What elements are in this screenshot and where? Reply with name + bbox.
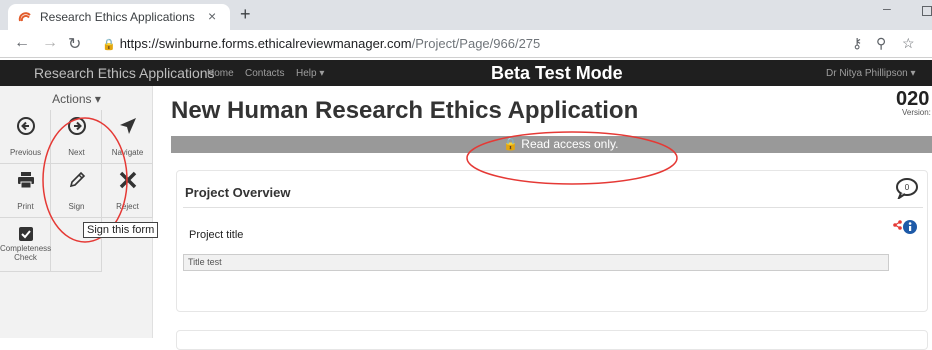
actions-sidebar: Actions ▾ Previous Next Navigate Print S…: [0, 86, 153, 338]
next-label: Next: [68, 148, 85, 157]
read-access-label: Read access only.: [521, 137, 619, 151]
navigate-label: Navigate: [111, 148, 144, 157]
comment-count: 0: [905, 183, 910, 192]
navigate-icon: [102, 116, 153, 142]
info-icon[interactable]: [889, 219, 921, 235]
app-navbar: Research Ethics Applications Home Contac…: [0, 60, 932, 86]
minimize-window-icon[interactable]: –: [883, 0, 891, 16]
nav-link-help[interactable]: Help ▾: [296, 68, 324, 79]
bookmark-star-icon[interactable]: ☆: [902, 35, 915, 52]
reload-icon[interactable]: ↻: [68, 34, 81, 54]
previous-icon: [0, 116, 51, 142]
lock-icon: 🔒: [503, 137, 518, 151]
completeness-check-label: Completeness Check: [0, 244, 52, 262]
pencil-icon: [51, 170, 102, 196]
new-tab-button[interactable]: +: [240, 4, 251, 25]
site-favicon-icon: [18, 12, 31, 22]
sign-tooltip: Sign this form: [83, 222, 159, 238]
navigate-button[interactable]: Navigate: [102, 110, 153, 164]
actions-dropdown[interactable]: Actions ▾: [0, 92, 153, 106]
back-arrow-icon[interactable]: ←: [14, 34, 30, 52]
next-icon: [51, 116, 102, 142]
browser-tab-strip: Research Ethics Applications × + –: [0, 0, 932, 30]
nav-link-contacts[interactable]: Contacts: [245, 68, 284, 79]
zoom-icon[interactable]: ⚲: [876, 35, 886, 52]
card-divider: [183, 207, 923, 208]
version-label: Version:: [902, 108, 931, 117]
read-access-bar: 🔒 Read access only.: [171, 136, 932, 153]
tab-title: Research Ethics Applications: [40, 10, 195, 24]
key-icon[interactable]: ⚷: [852, 35, 862, 52]
previous-label: Previous: [9, 148, 42, 157]
read-access-text: 🔒 Read access only.: [503, 137, 618, 151]
project-overview-card: Project Overview 0 Project title Title t…: [176, 170, 928, 312]
project-title-label: Project title: [189, 229, 244, 241]
forward-arrow-icon[interactable]: →: [42, 34, 58, 52]
url-field[interactable]: 🔒 https://swinburne.forms.ethicalreviewma…: [102, 36, 540, 51]
tab-close-icon[interactable]: ×: [208, 8, 216, 24]
print-icon: [0, 170, 51, 196]
secure-lock-icon: 🔒: [102, 39, 116, 51]
reject-label: Reject: [116, 202, 139, 211]
sign-label: Sign: [68, 202, 85, 211]
project-title-input[interactable]: Title test: [183, 254, 889, 271]
previous-button[interactable]: Previous: [0, 110, 51, 164]
card-title: Project Overview: [185, 185, 291, 200]
comment-bubble-icon[interactable]: 0: [895, 177, 919, 199]
reject-button[interactable]: Reject: [102, 164, 153, 218]
sign-button[interactable]: Sign: [51, 164, 102, 218]
url-host: https://swinburne.forms.ethicalreviewman…: [119, 36, 412, 51]
next-section-card: [176, 330, 928, 350]
next-button[interactable]: Next: [51, 110, 102, 164]
page-title: New Human Research Ethics Application: [171, 97, 639, 124]
x-icon: [102, 170, 153, 196]
print-label: Print: [17, 202, 34, 211]
completeness-check-button[interactable]: Completeness Check: [0, 218, 51, 272]
maximize-window-icon[interactable]: [922, 6, 932, 16]
app-title-link[interactable]: Research Ethics Applications: [34, 65, 215, 81]
user-menu[interactable]: Dr Nitya Phillipson ▾: [826, 68, 916, 79]
address-bar: ← → ↻ 🔒 https://swinburne.forms.ethicalre…: [0, 30, 932, 58]
browser-tab[interactable]: Research Ethics Applications ×: [8, 4, 230, 30]
nav-link-home[interactable]: Home: [207, 68, 234, 79]
beta-mode-banner: Beta Test Mode: [491, 63, 623, 83]
url-path: /Project/Page/966/275: [411, 36, 541, 51]
print-button[interactable]: Print: [0, 164, 51, 218]
